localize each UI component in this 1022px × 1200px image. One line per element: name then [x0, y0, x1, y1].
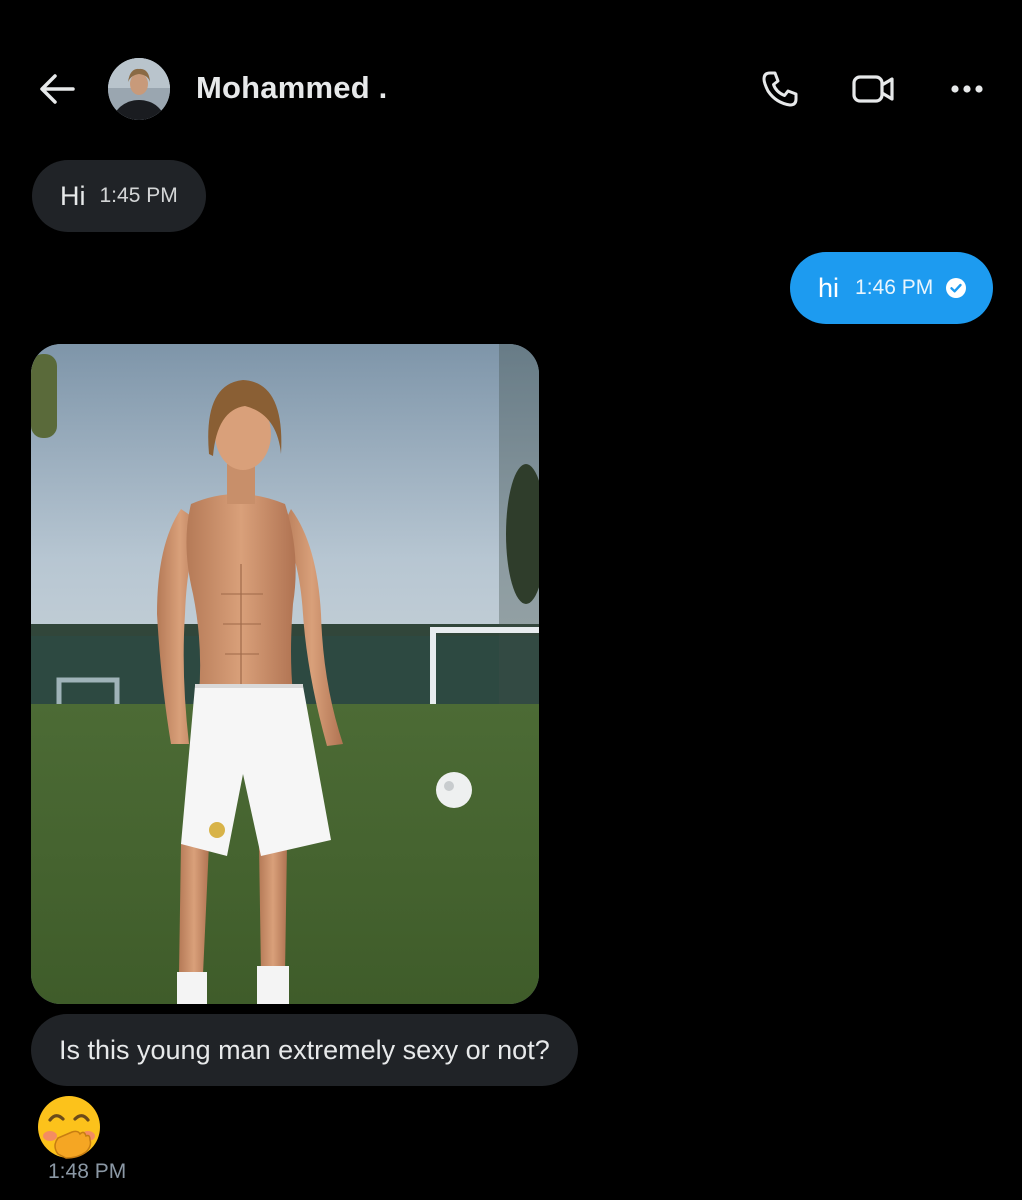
video-call-button[interactable]	[848, 64, 898, 114]
emoji-message[interactable]	[36, 1094, 102, 1160]
message-text: Is this young man extremely sexy or not?	[59, 1034, 550, 1065]
conversation-header: Mohammed .	[0, 0, 1022, 180]
message-bubble-outgoing[interactable]: hi 1:46 PM	[790, 252, 994, 324]
hand-over-mouth-emoji-icon	[38, 1096, 100, 1159]
avatar[interactable]	[108, 58, 170, 120]
phone-icon	[762, 71, 798, 107]
read-check-icon	[945, 277, 967, 299]
message-text: Hi	[60, 180, 86, 211]
contact-name[interactable]: Mohammed .	[196, 70, 387, 106]
message-text: hi	[818, 272, 840, 303]
message-bubble-incoming[interactable]: Hi 1:45 PM	[32, 160, 206, 232]
message-timestamp: 1:45 PM	[99, 184, 178, 207]
more-dots-icon	[951, 85, 983, 93]
image-message[interactable]	[31, 344, 539, 1004]
back-arrow-icon	[40, 74, 75, 104]
message-bubble-incoming[interactable]: Is this young man extremely sexy or not?	[31, 1014, 578, 1086]
more-button[interactable]	[942, 64, 992, 114]
footballer-photo	[31, 344, 539, 1004]
message-timestamp: 1:48 PM	[48, 1160, 127, 1183]
call-button[interactable]	[755, 64, 805, 114]
video-camera-icon	[852, 75, 894, 103]
back-button[interactable]	[34, 66, 80, 112]
message-timestamp: 1:46 PM	[855, 276, 934, 299]
avatar-image	[108, 58, 170, 120]
